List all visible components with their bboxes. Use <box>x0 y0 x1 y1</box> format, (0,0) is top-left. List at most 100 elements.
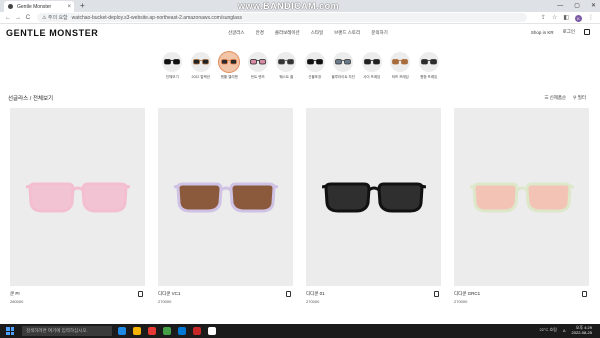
sunglasses-icon <box>363 59 380 65</box>
product-price: 270000 <box>454 299 468 304</box>
tab-close-icon[interactable]: × <box>67 4 71 10</box>
product-grid <box>10 108 589 286</box>
add-to-bag-icon[interactable] <box>286 291 291 297</box>
product-price: 280000 <box>10 299 24 304</box>
sunglasses-icon <box>164 59 181 65</box>
site-logo[interactable]: GENTLE MONSTER <box>6 28 98 38</box>
taskbar-app-icon[interactable] <box>148 327 156 335</box>
nav-item-style[interactable]: 스타일 <box>311 30 323 36</box>
category-item[interactable]: 젠틀 젤리젠 <box>217 52 242 80</box>
category-thumbnail <box>276 52 297 72</box>
taskbar-app-icon[interactable] <box>208 327 216 335</box>
add-to-bag-icon[interactable] <box>138 291 143 297</box>
shop-region-link[interactable]: Shop in KR <box>531 30 554 35</box>
sunglasses-icon <box>221 59 238 65</box>
sort-button[interactable]: ☰ 신제품순 <box>544 95 566 101</box>
window-controls: — ▢ ✕ <box>557 1 596 11</box>
category-item[interactable]: 전체보기 <box>160 52 185 80</box>
category-thumbnail <box>219 52 240 72</box>
tab-title: Gentle Monster <box>17 3 52 10</box>
category-strip: 전체보기 2022 컬렉션 젠틀 젤리젠 틴트 렌즈 웨스트 쿨 선물포장 블루라이트 차단… <box>160 52 441 80</box>
sunglasses-icon <box>420 59 437 65</box>
back-icon[interactable]: ← <box>3 15 13 21</box>
product-image[interactable] <box>158 108 293 286</box>
nav-item-contact[interactable]: 문의하기 <box>371 30 388 36</box>
taskbar-app-icon[interactable] <box>163 327 171 335</box>
sunglasses-icon <box>173 182 278 213</box>
category-item[interactable]: 선물포장 <box>303 52 328 80</box>
weather-text[interactable]: 22°C 흐림 <box>539 327 556 333</box>
nav-item-collaboration[interactable]: 콜라보레이션 <box>275 30 300 36</box>
reload-icon[interactable]: C <box>23 15 33 21</box>
sunglasses-icon <box>249 59 266 65</box>
share-icon[interactable]: ⇪ <box>541 14 546 22</box>
windows-taskbar: 검색하려면 여기에 입력하십시오. 22°C 흐림 A 오후 4:29 2022… <box>0 324 600 338</box>
sunglasses-icon <box>278 59 295 65</box>
profile-avatar[interactable]: K <box>575 14 582 22</box>
sunglasses-icon <box>192 59 209 65</box>
product-card[interactable] <box>306 108 441 286</box>
category-label: 2022 컬렉션 <box>191 75 210 79</box>
taskbar-app-icon[interactable] <box>193 327 201 335</box>
taskbar-app-icon[interactable] <box>118 327 126 335</box>
extension-icon[interactable]: ◧ <box>563 14 569 22</box>
product-name[interactable]: 디디쿤 GRC1 <box>454 291 589 297</box>
clock[interactable]: 오후 4:29 2022-08-25 <box>572 325 592 335</box>
product-card[interactable] <box>10 108 145 286</box>
product-name[interactable]: 디디쿤 01 <box>306 291 441 297</box>
category-thumbnail <box>333 52 354 72</box>
category-item[interactable]: 원형 프레임 <box>417 52 442 80</box>
category-item[interactable]: 하프 프레임 <box>388 52 413 80</box>
url-input[interactable]: ⚠ 주의 요함 watchao-bucket-deploy.s3-website… <box>37 13 527 22</box>
category-item[interactable]: 2022 컬렉션 <box>189 52 214 80</box>
product-price: 270000 <box>158 299 172 304</box>
sunglasses-icon <box>392 59 409 65</box>
category-item[interactable]: 틴트 렌즈 <box>246 52 271 80</box>
shopping-bag-icon[interactable] <box>584 29 590 35</box>
product-card[interactable] <box>454 108 589 286</box>
sunglasses-icon <box>25 182 130 213</box>
category-item[interactable]: 웨스트 쿨 <box>274 52 299 80</box>
minimize-icon[interactable]: — <box>557 1 563 11</box>
taskbar-app-icon[interactable] <box>178 327 186 335</box>
more-icon[interactable]: ⋮ <box>588 14 594 22</box>
product-name[interactable]: 디디쿤 VC1 <box>158 291 293 297</box>
product-image[interactable] <box>10 108 145 286</box>
product-card[interactable] <box>158 108 293 286</box>
category-label: 선물포장 <box>308 75 322 79</box>
category-label: 블루라이트 차단 <box>331 75 355 79</box>
product-image[interactable] <box>454 108 589 286</box>
taskbar-search-input[interactable]: 검색하려면 여기에 입력하십시오. <box>22 326 112 336</box>
category-item[interactable]: 블루라이트 차단 <box>331 52 356 80</box>
sunglasses-icon <box>469 182 574 213</box>
taskbar-app-icon[interactable] <box>133 327 141 335</box>
sunglasses-icon <box>306 59 323 65</box>
add-to-bag-icon[interactable] <box>434 291 439 297</box>
product-name[interactable]: 쿤 PI <box>10 291 145 297</box>
category-label: 젠틀 젤리젠 <box>220 75 238 79</box>
nav-item-sunglasses[interactable]: 선글라스 <box>228 30 245 36</box>
list-tools: ☰ 신제품순 ⚲ 필터 <box>544 95 586 101</box>
close-window-icon[interactable]: ✕ <box>591 1 596 11</box>
category-thumbnail <box>190 52 211 72</box>
category-item[interactable]: 사이 프레임 <box>360 52 385 80</box>
nav-item-glasses[interactable]: 안경 <box>256 30 264 36</box>
browser-tab-bar: Gentle Monster × + www.BANDICAM.com — ▢ … <box>0 0 600 12</box>
category-label: 하프 프레임 <box>391 75 409 79</box>
maximize-icon[interactable]: ▢ <box>574 1 580 11</box>
not-secure-label[interactable]: ⚠ 주의 요함 <box>42 14 68 21</box>
start-menu-icon[interactable] <box>6 327 14 335</box>
add-to-bag-icon[interactable] <box>582 291 587 297</box>
forward-icon[interactable]: → <box>13 15 23 21</box>
product-image[interactable] <box>306 108 441 286</box>
login-link[interactable]: 로그인 <box>563 29 575 35</box>
new-tab-button[interactable]: + <box>80 1 85 11</box>
filter-button[interactable]: ⚲ 필터 <box>573 95 586 101</box>
nav-item-brand-story[interactable]: 브랜드 스토리 <box>334 30 360 36</box>
category-thumbnail <box>247 52 268 72</box>
browser-tab[interactable]: Gentle Monster × <box>4 1 74 12</box>
star-icon[interactable]: ☆ <box>552 14 557 22</box>
category-thumbnail <box>361 52 382 72</box>
language-indicator[interactable]: A <box>563 328 566 333</box>
recorder-watermark: www.BANDICAM.com <box>238 1 340 11</box>
